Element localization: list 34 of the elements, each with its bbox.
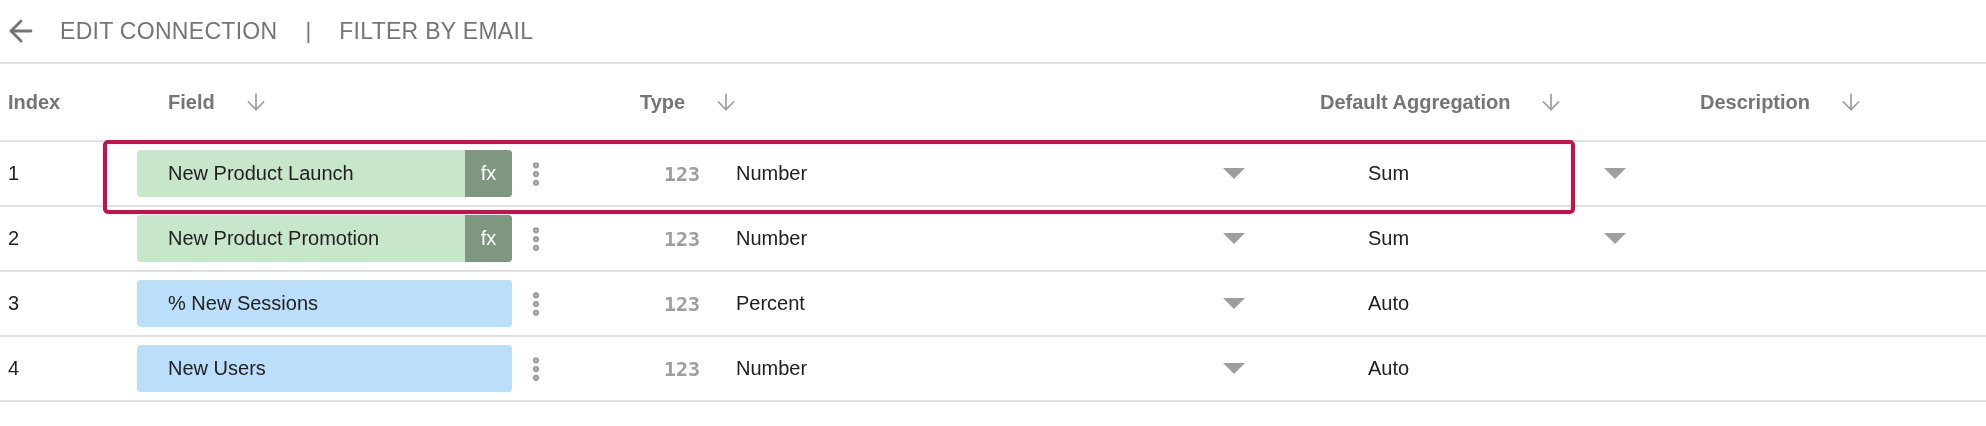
- aggregation-value: Sum: [1368, 227, 1411, 250]
- field-chip[interactable]: % New Sessions: [137, 280, 512, 327]
- aggregation-value: Auto: [1368, 292, 1411, 315]
- field-chip[interactable]: New Product Promotion fx: [137, 215, 512, 262]
- breadcrumb-item: FILTER BY EMAIL: [339, 17, 534, 45]
- caret-icon: [1223, 233, 1245, 244]
- column-header: Type: [640, 90, 686, 114]
- field-chip[interactable]: New Product Launch fx: [137, 150, 512, 197]
- column-header: Description: [1700, 90, 1811, 114]
- field-chip[interactable]: New Users: [137, 345, 512, 392]
- aggregation-value: Auto: [1368, 357, 1411, 380]
- number-type-glyph: 123: [663, 291, 701, 316]
- index-cell-text: 4: [7, 357, 21, 380]
- index-cell-text: 2: [7, 227, 21, 250]
- caret-icon: [1604, 233, 1626, 244]
- number-type-glyph: 123: [663, 356, 701, 381]
- caret-icon: [1223, 298, 1245, 309]
- column-header: Field: [168, 90, 215, 114]
- type-value: Number: [736, 162, 809, 185]
- index-cell-text: 1: [7, 162, 21, 185]
- number-type-glyph: 123: [663, 161, 701, 186]
- index-cell-text: 3: [7, 292, 21, 315]
- column-header: Default Aggregation: [1320, 90, 1511, 114]
- breadcrumb-separator: |: [305, 18, 312, 44]
- breadcrumb-item: EDIT CONNECTION: [60, 17, 278, 45]
- type-value: Number: [736, 357, 809, 380]
- caret-icon: [1223, 363, 1245, 374]
- number-type-glyph: 123: [663, 226, 701, 251]
- type-value: Percent: [736, 292, 806, 315]
- type-value: Number: [736, 227, 809, 250]
- column-header: Index: [8, 90, 61, 114]
- aggregation-value: Sum: [1368, 162, 1411, 185]
- caret-icon: [1223, 168, 1245, 179]
- caret-icon: [1604, 168, 1626, 179]
